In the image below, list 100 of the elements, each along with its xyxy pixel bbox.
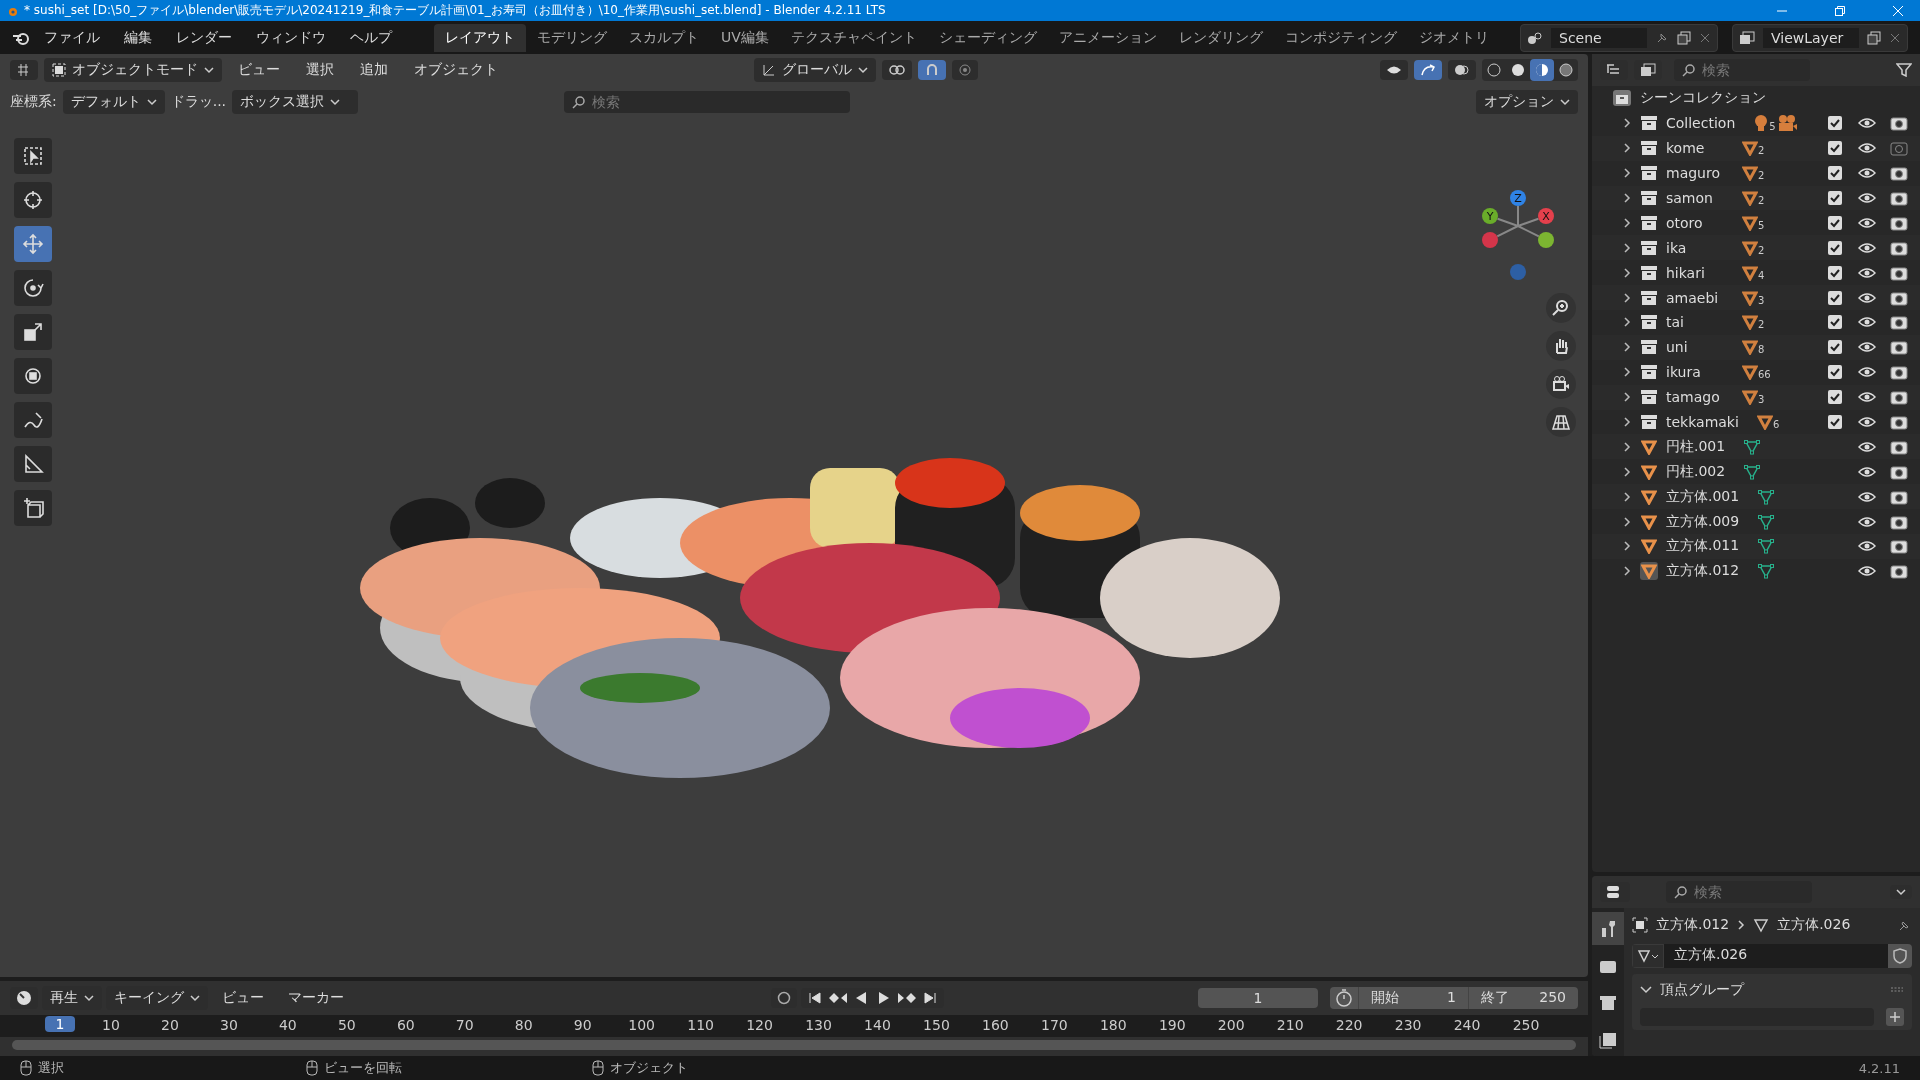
expand-icon[interactable]	[1622, 192, 1632, 204]
checkbox[interactable]	[1828, 415, 1842, 429]
scene-selector[interactable]: Scene	[1520, 23, 1718, 52]
outliner-item[interactable]: ikura	[1666, 364, 1724, 381]
expand-icon[interactable]	[1622, 167, 1632, 180]
axis-handle[interactable]	[1482, 232, 1498, 248]
outliner-item[interactable]: 円柱.002	[1666, 462, 1726, 481]
cursor-tool-button[interactable]	[14, 182, 52, 218]
expand-icon[interactable]	[1622, 366, 1632, 379]
checkbox[interactable]	[1828, 141, 1842, 156]
eye-icon[interactable]	[1858, 464, 1876, 479]
mode-dropdown[interactable]: オブジェクトモード	[44, 58, 222, 82]
menu-item[interactable]: ウィンドウ	[246, 25, 336, 50]
menu-item[interactable]: オブジェクト	[404, 58, 508, 82]
render-camera-icon[interactable]	[1890, 339, 1908, 356]
expand-icon[interactable]	[1622, 565, 1632, 578]
eye-icon[interactable]	[1858, 141, 1876, 156]
add-cube-tool-button[interactable]	[14, 490, 52, 526]
render-camera-icon[interactable]	[1890, 239, 1908, 256]
workspace-tab[interactable]: UV編集	[710, 23, 780, 52]
menu-item[interactable]: 選択	[296, 58, 344, 82]
workspace-tab[interactable]: コンポジティング	[1273, 23, 1408, 52]
expand-icon[interactable]	[1622, 391, 1632, 404]
menu-item[interactable]: マーカー	[278, 986, 354, 1010]
timeline-scrollbar[interactable]	[12, 1040, 1576, 1050]
mesh-object-icon[interactable]	[1640, 562, 1658, 581]
render-camera-icon[interactable]	[1890, 190, 1908, 206]
outliner-item[interactable]: 立方体.001	[1666, 487, 1740, 506]
eye-icon[interactable]	[1858, 215, 1876, 230]
outliner-item[interactable]: Collection	[1666, 115, 1736, 132]
checkbox[interactable]	[1828, 191, 1842, 205]
add-button[interactable]	[1886, 1008, 1904, 1026]
expand-icon[interactable]	[1622, 341, 1632, 354]
mesh-data-dropdown[interactable]	[1632, 944, 1664, 968]
search-field[interactable]: 検索	[1666, 881, 1812, 903]
outliner-item[interactable]: tekkamaki	[1666, 414, 1739, 430]
expand-icon[interactable]	[1622, 416, 1632, 428]
expand-icon[interactable]	[1622, 465, 1632, 478]
checkbox[interactable]	[1828, 116, 1842, 131]
outliner-item[interactable]: maguro	[1666, 165, 1724, 182]
render-camera-icon[interactable]	[1890, 389, 1908, 406]
close-icon[interactable]	[1892, 4, 1904, 17]
eye-icon[interactable]	[1858, 265, 1876, 280]
drag-handle-icon[interactable]	[1890, 987, 1904, 993]
playhead-marker[interactable]: 1	[45, 1016, 75, 1032]
eye-icon[interactable]	[1858, 514, 1876, 529]
workspace-tab[interactable]: レイアウト	[434, 23, 526, 52]
start-frame-field[interactable]: 開始 1	[1358, 987, 1468, 1009]
render-camera-icon[interactable]	[1890, 488, 1908, 505]
transform-tool-button[interactable]	[14, 358, 52, 394]
outliner-item[interactable]: シーンコレクション	[1640, 89, 1766, 108]
restore-icon[interactable]	[1834, 4, 1846, 17]
menu-item[interactable]: ビュー	[212, 986, 274, 1010]
eye-icon[interactable]	[1858, 539, 1876, 554]
axis-handle[interactable]: Z	[1510, 190, 1526, 206]
render-camera-icon[interactable]	[1890, 414, 1908, 430]
filter-icon[interactable]	[1896, 63, 1912, 77]
eye-icon[interactable]	[1858, 116, 1876, 131]
eye-icon[interactable]	[1858, 340, 1876, 355]
previous-keyframe-icon[interactable]	[828, 991, 849, 1005]
expand-icon[interactable]	[1622, 266, 1632, 279]
workspace-tab[interactable]: モデリング	[526, 23, 618, 52]
mesh-object-icon[interactable]	[1640, 537, 1658, 556]
checkbox[interactable]	[1828, 265, 1842, 280]
eye-icon[interactable]	[1858, 439, 1876, 454]
eye-icon[interactable]	[1858, 315, 1876, 330]
coordinate-dropdown[interactable]: デフォルト	[62, 90, 165, 114]
expand-icon[interactable]	[1622, 241, 1632, 254]
end-frame-field[interactable]: 終了 250	[1468, 987, 1578, 1009]
checkbox[interactable]	[1828, 290, 1842, 305]
move-tool-button[interactable]	[14, 226, 52, 262]
eye-icon[interactable]	[1858, 564, 1876, 579]
select-mode-dropdown[interactable]: ボックス選択	[232, 90, 359, 114]
select-tool-button[interactable]	[14, 138, 52, 174]
eye-icon[interactable]	[1858, 365, 1876, 380]
render-camera-icon[interactable]	[1890, 264, 1908, 281]
outliner-item[interactable]: otoro	[1666, 214, 1724, 231]
axis-handle[interactable]	[1510, 264, 1526, 280]
outliner-item[interactable]: uni	[1666, 339, 1724, 356]
render-camera-icon[interactable]	[1890, 538, 1908, 555]
data-name-field[interactable]: 立方体.026	[1664, 944, 1888, 968]
panel-title[interactable]: 頂点グループ	[1660, 981, 1744, 999]
checkbox[interactable]	[1828, 340, 1842, 355]
expand-icon[interactable]	[1622, 117, 1632, 130]
checkbox[interactable]	[1828, 166, 1842, 181]
checkbox[interactable]	[1828, 215, 1842, 230]
outliner-item[interactable]: tamago	[1666, 389, 1724, 406]
checkbox[interactable]	[1828, 240, 1842, 255]
eye-icon[interactable]	[1858, 489, 1876, 504]
close-icon[interactable]	[1889, 31, 1901, 44]
search-field[interactable]: 検索	[564, 91, 851, 113]
close-icon[interactable]	[1699, 31, 1711, 44]
workspace-tab[interactable]: ジオメトリ	[1407, 23, 1500, 52]
eye-icon[interactable]	[1858, 415, 1876, 429]
scale-tool-button[interactable]	[14, 314, 52, 350]
menu-item[interactable]: ビュー	[228, 58, 290, 82]
outliner-item[interactable]: kome	[1666, 140, 1724, 157]
eye-icon[interactable]	[1858, 240, 1876, 255]
current-frame-field[interactable]: 1	[1198, 988, 1318, 1008]
outliner-item[interactable]: amaebi	[1666, 289, 1724, 306]
